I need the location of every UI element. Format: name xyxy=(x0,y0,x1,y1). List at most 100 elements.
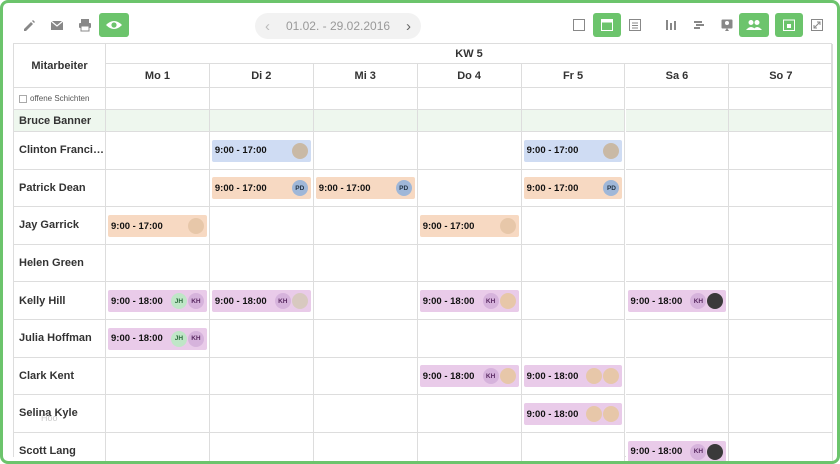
shift-block[interactable]: 9:00 - 18:00 JH KH xyxy=(108,290,207,313)
schedule-cell[interactable] xyxy=(417,320,522,358)
schedule-cell[interactable] xyxy=(106,110,210,132)
schedule-cell[interactable] xyxy=(729,432,834,461)
shift-block[interactable]: 9:00 - 18:00 xyxy=(523,365,623,388)
schedule-cell[interactable] xyxy=(417,132,522,170)
schedule-cell[interactable] xyxy=(106,395,210,433)
shift-block[interactable]: 9:00 - 18:00 KH xyxy=(419,290,519,313)
schedule-cell[interactable] xyxy=(417,110,522,132)
schedule-cell[interactable] xyxy=(521,320,626,358)
schedule-cell[interactable] xyxy=(313,207,418,245)
schedule-cell[interactable] xyxy=(729,132,834,170)
schedule-cell[interactable] xyxy=(729,320,834,358)
schedule-cell[interactable] xyxy=(313,432,418,461)
shift-block[interactable]: 9:00 - 18:00 xyxy=(523,403,623,425)
id-card-icon[interactable] xyxy=(713,13,741,37)
bar-chart-icon[interactable] xyxy=(657,13,685,37)
schedule-cell[interactable] xyxy=(106,432,210,461)
shift-block[interactable]: 9:00 - 18:00 KH xyxy=(627,440,727,461)
schedule-cell[interactable] xyxy=(625,132,730,170)
schedule-cell[interactable] xyxy=(729,169,834,208)
schedule-cell[interactable] xyxy=(313,395,418,433)
schedule-cell[interactable] xyxy=(313,244,418,283)
schedule-cell[interactable] xyxy=(625,395,730,433)
day-view-icon[interactable] xyxy=(565,13,593,37)
month-view-icon[interactable] xyxy=(621,13,649,37)
schedule-cell[interactable] xyxy=(313,320,418,358)
schedule-cell[interactable] xyxy=(625,357,730,396)
schedule-cell[interactable] xyxy=(313,357,418,396)
align-icon[interactable] xyxy=(685,13,713,37)
employee-name[interactable]: Patrick Dean xyxy=(14,169,106,208)
schedule-cell[interactable] xyxy=(521,244,626,283)
shift-block[interactable]: 9:00 - 18:00 KH xyxy=(211,290,311,313)
print-icon[interactable] xyxy=(71,13,99,37)
schedule-cell[interactable] xyxy=(729,395,834,433)
shift-block[interactable]: 9:00 - 18:00 JH KH xyxy=(108,327,207,350)
schedule-cell[interactable] xyxy=(106,244,210,283)
schedule-cell[interactable] xyxy=(209,320,314,358)
open-shift-cell[interactable] xyxy=(313,88,418,110)
people-icon[interactable] xyxy=(739,13,769,37)
schedule-cell[interactable] xyxy=(625,244,730,283)
employee-name[interactable]: Jay Garrick xyxy=(14,207,106,245)
open-shift-cell[interactable] xyxy=(521,88,626,110)
schedule-cell[interactable] xyxy=(209,207,314,245)
schedule-cell[interactable] xyxy=(625,110,730,132)
schedule-cell[interactable] xyxy=(625,320,730,358)
schedule-cell[interactable] xyxy=(417,395,522,433)
mail-icon[interactable] xyxy=(43,13,71,37)
shift-block[interactable]: 9:00 - 17:00 xyxy=(108,215,207,237)
schedule-cell[interactable] xyxy=(729,207,834,245)
schedule-cell[interactable] xyxy=(106,169,210,208)
employee-name[interactable]: Selina Kyle xyxy=(14,395,106,433)
schedule-cell[interactable] xyxy=(417,432,522,461)
schedule-cell[interactable] xyxy=(521,207,626,245)
schedule-cell[interactable] xyxy=(417,244,522,283)
schedule-cell[interactable] xyxy=(417,169,522,208)
open-shift-cell[interactable] xyxy=(106,88,210,110)
schedule-cell[interactable] xyxy=(209,432,314,461)
schedule-cell[interactable] xyxy=(106,357,210,396)
chevron-left-icon[interactable]: ‹ xyxy=(265,18,270,35)
shift-block[interactable]: 9:00 - 17:00 PD xyxy=(211,177,311,200)
schedule-cell[interactable] xyxy=(313,132,418,170)
schedule-cell[interactable] xyxy=(729,357,834,396)
employee-name[interactable]: Helen Green xyxy=(14,244,106,283)
shift-block[interactable]: 9:00 - 17:00 xyxy=(523,139,623,162)
open-shift-cell[interactable] xyxy=(417,88,522,110)
shift-block[interactable]: 9:00 - 17:00 PD xyxy=(315,177,415,200)
employee-name[interactable]: Clinton Franci… xyxy=(14,132,106,170)
schedule-cell[interactable] xyxy=(625,207,730,245)
employee-name[interactable]: Julia Hoffman xyxy=(14,320,106,358)
schedule-cell[interactable] xyxy=(209,244,314,283)
pencil-icon[interactable] xyxy=(15,13,43,37)
schedule-cell[interactable] xyxy=(521,110,626,132)
schedule-cell[interactable] xyxy=(729,110,834,132)
schedule-cell[interactable] xyxy=(521,282,626,320)
schedule-cell[interactable] xyxy=(729,244,834,283)
schedule-cell[interactable] xyxy=(106,132,210,170)
shift-block[interactable]: 9:00 - 17:00 xyxy=(419,215,519,237)
eye-icon[interactable] xyxy=(99,13,129,37)
chevron-right-icon[interactable]: › xyxy=(406,18,411,35)
shift-block[interactable]: 9:00 - 17:00 PD xyxy=(523,177,623,200)
schedule-cell[interactable] xyxy=(521,432,626,461)
schedule-cell[interactable] xyxy=(625,169,730,208)
employee-name[interactable]: Bruce Banner xyxy=(14,110,106,132)
schedule-cell[interactable] xyxy=(209,395,314,433)
employee-name[interactable]: Scott Lang xyxy=(14,432,106,461)
shift-block[interactable]: 9:00 - 18:00 KH xyxy=(419,365,519,388)
open-shift-cell[interactable] xyxy=(209,88,314,110)
shift-block[interactable]: 9:00 - 18:00 KH xyxy=(627,290,727,313)
schedule-cell[interactable] xyxy=(209,110,314,132)
schedule-cell[interactable] xyxy=(209,357,314,396)
shift-block[interactable]: 9:00 - 17:00 xyxy=(211,139,311,162)
open-shift-cell[interactable] xyxy=(625,88,730,110)
calendar-icon[interactable] xyxy=(775,13,803,37)
schedule-cell[interactable] xyxy=(313,282,418,320)
schedule-cell[interactable] xyxy=(313,110,418,132)
week-view-icon[interactable] xyxy=(593,13,621,37)
open-shift-cell[interactable] xyxy=(729,88,834,110)
fullscreen-icon[interactable] xyxy=(803,13,831,37)
date-range-label[interactable]: 01.02. - 29.02.2016 xyxy=(286,19,390,33)
